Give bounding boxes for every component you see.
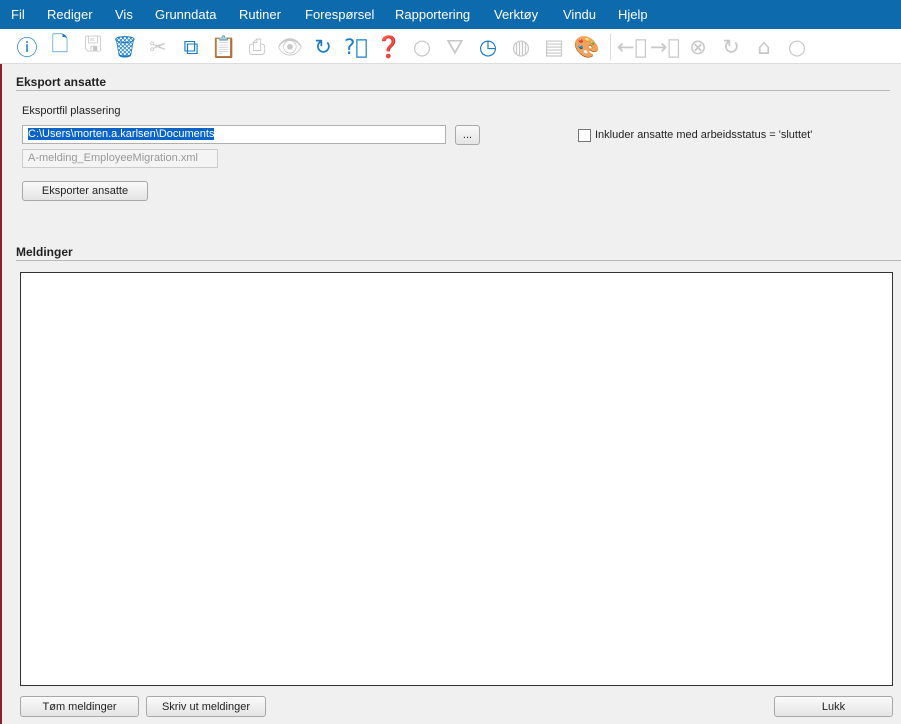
print-messages-button[interactable]: Skriv ut meldinger	[146, 696, 266, 717]
save-icon: 🖫	[84, 31, 102, 56]
toolbar-separator	[610, 34, 611, 60]
menu-rapportering[interactable]: Rapportering	[395, 7, 470, 22]
reload-icon: ↻	[722, 35, 740, 59]
stop-icon: ⊗	[689, 35, 707, 59]
history-icon[interactable]: ◷	[474, 33, 502, 61]
menu-verktoy[interactable]: Verktøy	[494, 7, 538, 22]
info-icon[interactable]: ⓘ	[13, 33, 41, 61]
clear-messages-button[interactable]: Tøm meldinger	[20, 696, 139, 717]
palette-icon[interactable]: 🎨	[573, 33, 601, 61]
new-document-icon[interactable]: 🗋	[46, 32, 74, 61]
refresh-icon[interactable]: ↻	[309, 33, 337, 61]
document-help-icon[interactable]: ❓	[375, 33, 403, 61]
home-icon: ⌂	[757, 35, 771, 59]
export-section-title: Eksport ansatte	[16, 75, 107, 89]
menu-vindu[interactable]: Vindu	[563, 7, 596, 22]
back-icon: ←⃝	[616, 35, 648, 59]
export-location-label: Eksportfil plassering	[22, 105, 121, 117]
preview-icon: 👁	[276, 34, 304, 59]
help-icon[interactable]: ?⃝	[342, 33, 370, 61]
window-edge	[0, 0, 2, 724]
export-path-input[interactable]: C:\Users\morten.a.karlsen\Documents	[22, 125, 446, 144]
menu-hjelp[interactable]: Hjelp	[618, 7, 648, 22]
paste-icon[interactable]: 📋	[210, 33, 238, 61]
copy-icon[interactable]: ⧉	[177, 33, 205, 61]
export-filename-input[interactable]: A-melding_EmployeeMigration.xml	[22, 149, 218, 168]
forward-icon: →⃝	[649, 35, 681, 59]
menu-bar: Fil Rediger Vis Grunndata Rutiner Foresp…	[0, 0, 901, 29]
messages-textarea[interactable]	[20, 272, 893, 686]
export-employees-button[interactable]: Eksporter ansatte	[22, 181, 148, 201]
browse-button[interactable]: ...	[455, 125, 480, 145]
include-terminated-label: Inkluder ansatte med arbeidsstatus = 'sl…	[595, 129, 813, 141]
print-icon: ⎙	[248, 34, 266, 59]
delete-icon[interactable]: 🗑	[111, 33, 139, 61]
menu-vis[interactable]: Vis	[115, 7, 133, 22]
find-icon: ○	[787, 35, 807, 59]
divider	[16, 260, 901, 261]
menu-fil[interactable]: Fil	[11, 7, 25, 22]
divider	[16, 90, 890, 91]
menu-grunndata[interactable]: Grunndata	[155, 7, 216, 22]
export-path-value: C:\Users\morten.a.karlsen\Documents	[28, 128, 215, 140]
close-button[interactable]: Lukk	[774, 696, 893, 717]
filter-icon: ⛛	[446, 34, 464, 59]
menu-rediger[interactable]: Rediger	[47, 7, 93, 22]
messages-section-title: Meldinger	[16, 245, 73, 259]
include-terminated-checkbox[interactable]	[578, 129, 591, 142]
cut-icon: ✂	[149, 35, 167, 59]
menu-rutiner[interactable]: Rutiner	[239, 7, 281, 22]
globe-icon: ◍	[511, 35, 531, 59]
menu-foresporsel[interactable]: Forespørsel	[305, 7, 374, 22]
toolbar: ⓘ 🗋 🖫 🗑 ✂ ⧉ 📋 ⎙ 👁 ↻ ?⃝ ❓ ○ ⛛ ◷ ◍ ▤ 🎨 ←⃝ →⃝ ⊗ ↻ ⌂ ○	[0, 29, 901, 64]
search-icon: ○	[412, 35, 432, 59]
note-icon: ▤	[544, 35, 564, 59]
